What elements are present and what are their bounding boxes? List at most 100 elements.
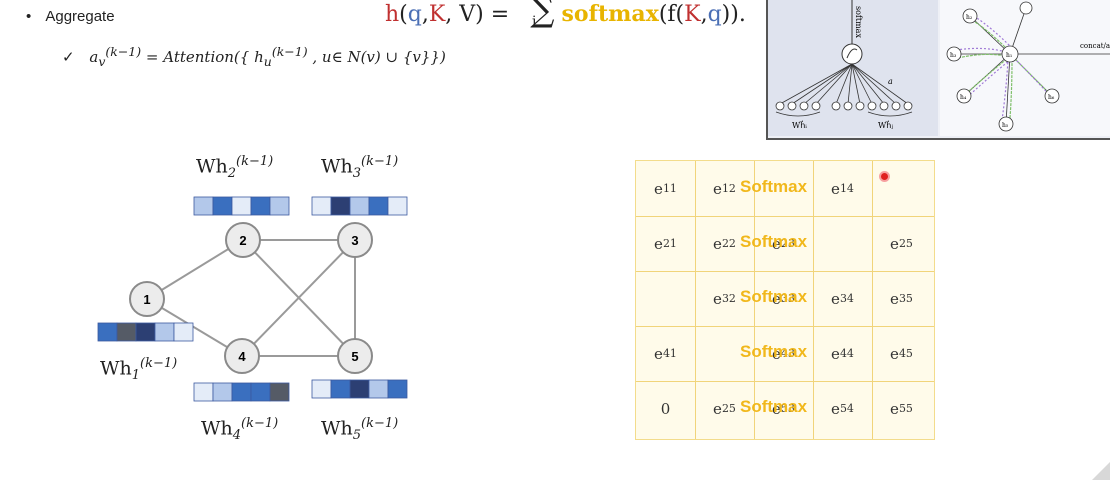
matrix-cell-2-1: e 21 (654, 234, 677, 253)
softmax-label-row-1: Softmax (740, 177, 808, 196)
formula-rhs: = Attention({ h (145, 48, 264, 66)
feature-vector-4-segment (231, 382, 252, 402)
concat-label: concat/avg (1080, 42, 1110, 50)
svg-text:h₄: h₄ (960, 94, 967, 101)
feature-vector-4-segment (269, 382, 290, 402)
softmax-label-row-2: Softmax (740, 232, 808, 251)
node-3: 3 (337, 222, 373, 258)
green-attention-paths (957, 19, 1049, 119)
feature-vector-2-segment (269, 196, 290, 216)
matrix-cell-3-4: e 34 (831, 289, 854, 308)
single-head-attention-svg: softmax a Wh⃗ᵢ Wh⃗ⱼ (775, 0, 913, 130)
feature-vector-5-segment (311, 379, 332, 399)
feature-vector-2 (193, 196, 290, 216)
softmax-label-row-3: Softmax (740, 287, 808, 306)
node-3-label: 3 (351, 233, 358, 248)
feature-vector-1-segment (97, 322, 118, 342)
feature-vector-3-segment (330, 196, 351, 216)
feature-vector-3-segment (368, 196, 389, 216)
node-2-label: 2 (239, 233, 246, 248)
feature-vector-5 (311, 379, 408, 399)
feature-vector-4 (193, 382, 290, 402)
matrix-cell-4-1: e 41 (654, 344, 677, 363)
softmax-label-row-4: Softmax (740, 342, 808, 361)
svg-text:h₃: h₃ (950, 52, 957, 59)
formula-lhs: a (89, 48, 99, 66)
matrix-cell-4-4: e 44 (831, 344, 854, 363)
svg-text:h₂: h₂ (966, 14, 973, 21)
feature-vector-5-segment (387, 379, 408, 399)
svg-text:h₆: h₆ (1048, 94, 1055, 101)
matrix-cell-2-5: e 25 (890, 234, 913, 253)
attention-formula: ✓ av(k−1) = Attention({ hu(k−1) , u∈ N(v… (62, 44, 446, 69)
aggregate-bullet: • Aggregate (26, 8, 115, 25)
matrix-cell-3-5: e 35 (890, 289, 913, 308)
node-1: 1 (129, 281, 165, 317)
softmax-label-row-5: Softmax (740, 397, 808, 416)
sum-index: i (532, 14, 537, 30)
top-formula-fragment: h(q,K, V) = ∑ softmax(f(K,q)). (385, 0, 746, 30)
feature-vector-4-segment (212, 382, 233, 402)
feature-vector-2-segment (193, 196, 214, 216)
check-icon: ✓ (62, 48, 75, 66)
reference-figure: softmax a Wh⃗ᵢ Wh⃗ⱼ concat/a h₁ h₂ h₃ h₄… (766, 0, 1110, 140)
feature-vector-5-segment (368, 379, 389, 399)
matrix-cell-5-5: e 55 (890, 399, 913, 418)
node-5-label: 5 (351, 349, 358, 364)
resize-corner[interactable] (1092, 462, 1110, 480)
node-1-label: 1 (143, 292, 150, 307)
feature-vector-4-segment (250, 382, 271, 402)
input-nodes (775, 101, 913, 111)
wh5-label: Wh5(k−1) (321, 416, 399, 444)
feature-vector-5-segment (349, 379, 370, 399)
feature-vector-1-segment (173, 322, 194, 342)
node-4-label: 4 (238, 349, 246, 364)
formula-tail: , u∈ N(v) ∪ {v}}) (312, 48, 446, 66)
cursor-pointer-dot (879, 171, 890, 182)
bullet-mark: • (26, 8, 32, 25)
whi-label: Wh⃗ᵢ (792, 120, 807, 130)
multi-head-attention-panel: concat/avg h₁ h₂ h₃ h₄ h₅ h₆ (940, 0, 1110, 136)
feature-vector-1 (97, 322, 194, 342)
attention-node (841, 43, 863, 65)
node-4: 4 (224, 338, 260, 374)
attention-matrix: e 11 e 12 e 14 Softmax e 21 e 22 e 23 e 25 Softmax e 32 e 3… (635, 160, 935, 440)
wh3-label: Wh3(k−1) (321, 154, 399, 182)
single-head-attention-panel: softmax a Wh⃗ᵢ Wh⃗ⱼ (768, 0, 938, 136)
feature-vector-2-segment (231, 196, 252, 216)
wh2-label: Wh2(k−1) (196, 154, 274, 182)
softmax-vertical-label: softmax (854, 6, 863, 38)
matrix-cell-1-1: e 11 (654, 179, 677, 198)
feature-vector-2-segment (212, 196, 233, 216)
alpha-label: a (888, 77, 893, 86)
feature-vector-1-segment (154, 322, 175, 342)
feature-vector-3-segment (311, 196, 332, 216)
matrix-cell-1-5 (872, 161, 931, 216)
matrix-cell-2-4 (813, 216, 872, 271)
svg-text:h₁: h₁ (1006, 52, 1012, 59)
node-2: 2 (225, 222, 261, 258)
whj-label: Wh⃗ⱼ (878, 120, 893, 130)
feature-vector-2-segment (250, 196, 271, 216)
feature-vector-4-segment (193, 382, 214, 402)
formula-lhs-sup: (k−1) (105, 44, 142, 59)
matrix-cell-3-1 (636, 271, 695, 326)
feature-vector-1-segment (116, 322, 137, 342)
feature-vector-1-segment (135, 322, 156, 342)
multi-head-attention-svg: concat/avg h₁ h₂ h₃ h₄ h₅ h₆ (946, 1, 1110, 132)
matrix-cell-1-4: e 14 (831, 179, 854, 198)
node-5: 5 (337, 338, 373, 374)
matrix-cell-5-4: e 54 (831, 399, 854, 418)
feature-vector-3 (311, 196, 408, 216)
matrix-cell-4-5: e 45 (890, 344, 913, 363)
wh1-label: Wh1(k−1) (100, 356, 178, 384)
wh4-label: Wh4(k−1) (201, 416, 279, 444)
bullet-label: Aggregate (45, 8, 115, 25)
graph-nodes: 1 2 3 4 5 (129, 222, 373, 374)
feature-vector-5-segment (330, 379, 351, 399)
matrix-cell-5-1: 0 (660, 399, 671, 418)
purple-attention-paths (955, 15, 1055, 121)
formula-rhs-sup: (k−1) (271, 44, 308, 59)
center-edges (954, 7, 1053, 125)
formula-rhs-sub: u (263, 54, 272, 69)
